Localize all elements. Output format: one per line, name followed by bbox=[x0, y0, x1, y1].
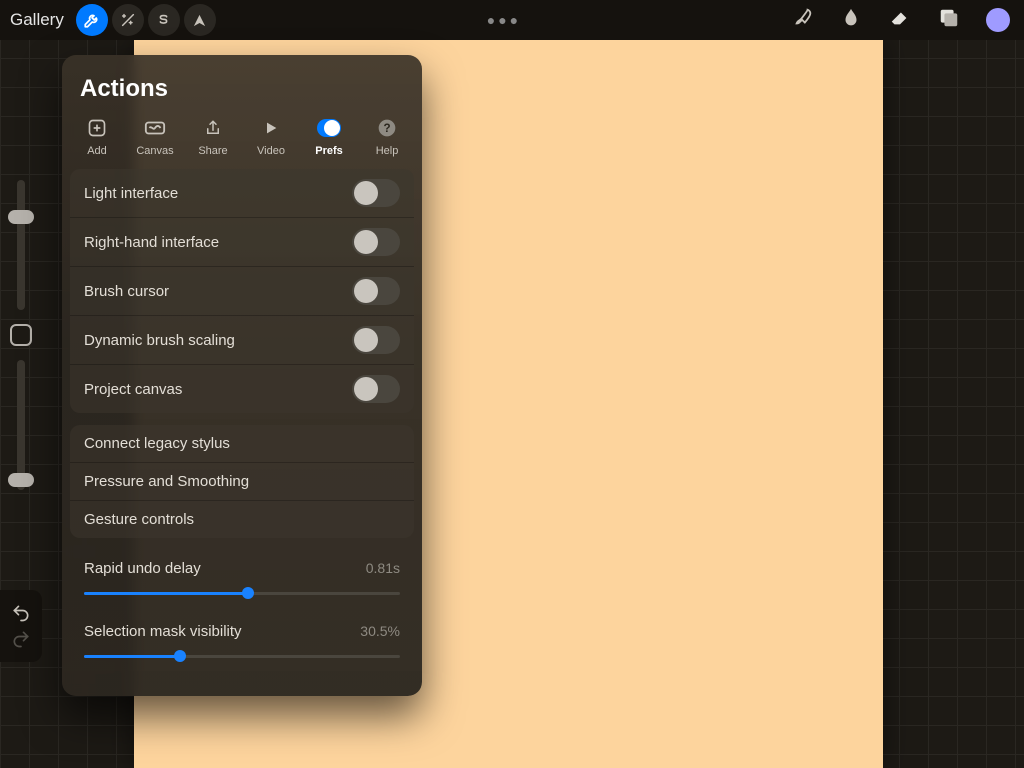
pref-slider-row: Selection mask visibility 30.5% bbox=[70, 613, 414, 670]
switch[interactable] bbox=[352, 326, 400, 354]
adjustments-wand-icon[interactable] bbox=[112, 4, 144, 36]
modify-dots-icon[interactable]: ●●● bbox=[487, 12, 521, 28]
slider-knob[interactable] bbox=[242, 587, 254, 599]
tab-label: Help bbox=[376, 145, 399, 157]
tab-label: Prefs bbox=[315, 145, 343, 157]
slider-value: 0.81s bbox=[366, 560, 400, 577]
switch[interactable] bbox=[352, 277, 400, 305]
pref-toggle-label: Light interface bbox=[84, 185, 178, 202]
pref-toggle-row[interactable]: Dynamic brush scaling bbox=[70, 315, 414, 364]
smudge-tool-icon[interactable] bbox=[840, 7, 862, 34]
pref-link-label: Connect legacy stylus bbox=[84, 435, 230, 452]
pref-toggle-row[interactable]: Light interface bbox=[70, 169, 414, 217]
pref-link-row[interactable]: Connect legacy stylus bbox=[70, 425, 414, 462]
gallery-button[interactable]: Gallery bbox=[6, 10, 72, 30]
tab-label: Canvas bbox=[136, 145, 173, 157]
tab-label: Video bbox=[257, 145, 285, 157]
switch[interactable] bbox=[352, 179, 400, 207]
undo-redo-panel bbox=[0, 590, 42, 662]
pref-link-label: Gesture controls bbox=[84, 511, 194, 528]
brush-size-thumb[interactable] bbox=[8, 210, 34, 224]
tab-prefs[interactable]: Prefs bbox=[302, 117, 356, 157]
pref-toggle-row[interactable]: Right-hand interface bbox=[70, 217, 414, 266]
tab-share[interactable]: Share bbox=[186, 117, 240, 157]
brush-size-slider[interactable] bbox=[17, 180, 25, 310]
prefs-toggle-icon bbox=[317, 119, 341, 137]
pref-toggle-label: Project canvas bbox=[84, 381, 182, 398]
tab-add[interactable]: Add bbox=[70, 117, 124, 157]
undo-button[interactable] bbox=[8, 600, 34, 626]
slider-label: Selection mask visibility bbox=[84, 623, 242, 640]
brush-tool-icon[interactable] bbox=[792, 7, 814, 34]
tab-label: Add bbox=[87, 145, 107, 157]
selection-s-icon[interactable] bbox=[148, 4, 180, 36]
brush-opacity-thumb[interactable] bbox=[8, 473, 34, 487]
brush-opacity-slider[interactable] bbox=[17, 360, 25, 490]
pref-link-row[interactable]: Pressure and Smoothing bbox=[70, 462, 414, 500]
switch[interactable] bbox=[352, 228, 400, 256]
pref-toggle-label: Right-hand interface bbox=[84, 234, 219, 251]
pref-toggle-label: Brush cursor bbox=[84, 283, 169, 300]
modify-button[interactable] bbox=[10, 324, 32, 346]
pref-link-row[interactable]: Gesture controls bbox=[70, 500, 414, 538]
side-rail bbox=[0, 180, 42, 490]
color-swatch[interactable] bbox=[986, 8, 1010, 32]
transform-arrow-icon[interactable] bbox=[184, 4, 216, 36]
tab-help[interactable]: ? Help bbox=[360, 117, 414, 157]
svg-text:?: ? bbox=[383, 122, 390, 135]
slider-track[interactable] bbox=[84, 646, 400, 666]
prefs-link-group: Connect legacy stylus Pressure and Smooth… bbox=[70, 425, 414, 538]
layers-icon[interactable] bbox=[938, 7, 960, 34]
top-toolbar: Gallery ●●● bbox=[0, 0, 1024, 40]
slider-label: Rapid undo delay bbox=[84, 560, 201, 577]
actions-wrench-icon[interactable] bbox=[76, 4, 108, 36]
tab-label: Share bbox=[198, 145, 227, 157]
actions-tab-row: Add Canvas Share Video Prefs ? Help bbox=[62, 109, 422, 167]
prefs-slider-group: Rapid undo delay 0.81s Selection mask visi… bbox=[70, 550, 414, 670]
slider-knob[interactable] bbox=[174, 650, 186, 662]
pref-link-label: Pressure and Smoothing bbox=[84, 473, 249, 490]
pref-slider-row: Rapid undo delay 0.81s bbox=[70, 550, 414, 607]
eraser-tool-icon[interactable] bbox=[888, 7, 912, 34]
tab-video[interactable]: Video bbox=[244, 117, 298, 157]
tab-canvas[interactable]: Canvas bbox=[128, 117, 182, 157]
slider-value: 30.5% bbox=[360, 623, 400, 640]
pref-toggle-row[interactable]: Brush cursor bbox=[70, 266, 414, 315]
popover-title: Actions bbox=[62, 55, 422, 109]
actions-popover: Actions Add Canvas Share Video Prefs ? H… bbox=[62, 55, 422, 696]
pref-toggle-row[interactable]: Project canvas bbox=[70, 364, 414, 413]
redo-button bbox=[8, 626, 34, 652]
prefs-toggle-group: Light interface Right-hand interface Brush… bbox=[70, 169, 414, 413]
slider-track[interactable] bbox=[84, 583, 400, 603]
switch[interactable] bbox=[352, 375, 400, 403]
pref-toggle-label: Dynamic brush scaling bbox=[84, 332, 235, 349]
